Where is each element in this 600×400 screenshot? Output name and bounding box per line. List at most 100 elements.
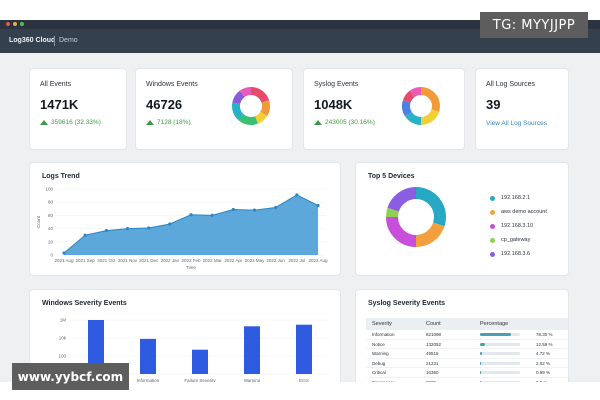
severity-cell: Debug [372,360,386,366]
device-slice-192-168-2-1[interactable] [415,187,446,227]
percentage-bar [480,342,520,346]
syslog-donut-slice-4[interactable] [402,90,415,103]
legend-label: 192.168.3.6 [501,251,531,257]
tab-demo[interactable]: Demo [59,37,78,44]
table-row[interactable]: Emergency 6005 0.5 % [366,378,568,383]
column-header-severity[interactable]: Severity [372,321,392,327]
trend-point[interactable] [210,213,214,217]
device-slice-192-168-3-6[interactable] [387,187,417,212]
stat-card-windows-events[interactable]: Windows Events 46726 7128 (18%) [136,69,292,149]
close-window-icon[interactable] [6,22,10,26]
table-row[interactable]: Information 821098 78.30 % [366,330,568,340]
x-tick-label: 2022 Jan [161,258,180,263]
table-row[interactable]: Critical 10360 0.99 % [366,368,568,378]
trend-point[interactable] [62,251,66,255]
stat-value: 1048K [314,97,353,112]
syslog-donut-slice-2[interactable] [404,111,422,125]
x-tick-label: 2021 Sep [76,258,96,263]
logs-trend-chart[interactable]: 0204060801002021 Aug 2021 Sep 2021 Oct 2021… [30,163,340,275]
severity-bar[interactable] [244,326,260,374]
trend-point[interactable] [189,213,193,217]
percentage-bar-fill [480,371,481,374]
stat-label: Syslog Events [314,81,359,88]
device-slice-aws-demo-account[interactable] [415,222,445,247]
trend-point[interactable] [104,228,108,233]
legend-item[interactable]: 192.168.2.1 [490,191,547,205]
device-slice-192-168-3-10[interactable] [386,216,417,247]
stat-label: All Log Sources [486,81,536,88]
trend-point[interactable] [252,208,257,212]
windows-donut-slice-5[interactable] [232,90,245,105]
syslog-donut-slice-1[interactable] [420,109,440,125]
column-header-percentage[interactable]: Percentage [480,321,508,327]
x-axis-title: Time [186,265,196,270]
maximize-window-icon[interactable] [20,22,24,26]
table-row[interactable]: Debug 21231 2.02 % [366,359,568,368]
table-row[interactable]: Notice 132052 12.59 % [366,340,568,349]
syslog-donut-slice-0[interactable] [420,87,440,112]
stat-card-all-events[interactable]: All Events 1471K 359616 (32.33%) [30,69,126,149]
legend-label: 192.168.3.10 [501,223,534,229]
stat-value: 46726 [146,97,183,112]
trend-point[interactable] [231,207,235,212]
windows-donut-slice-1[interactable] [260,100,270,117]
windows-donut-slice-2[interactable] [254,111,268,124]
y-tick-label: 40 [48,226,54,231]
trend-point[interactable] [295,193,299,197]
x-tick-label: Warning [244,378,261,382]
x-tick-label: 2022 Jul [288,258,305,263]
severity-cell: Emergency [372,379,395,383]
percentage-bar [480,352,520,355]
column-header-count[interactable]: Count [426,321,441,327]
view-all-log-sources-link[interactable]: View All Log Sources [486,120,547,127]
device-slice-cp-gateway[interactable] [386,207,399,218]
table-row[interactable]: Warning 49515 4.72 % [366,349,568,359]
windows-donut-slice-6[interactable] [239,87,252,98]
stat-card-log-sources[interactable]: All Log Sources 39 View All Log Sources [476,69,568,149]
severity-cell: Information [372,332,395,337]
severity-bar[interactable] [140,338,156,374]
trend-point[interactable] [274,205,278,210]
syslog-donut-slice-3[interactable] [402,100,412,117]
stat-delta: 243005 (30.16%) [314,119,375,126]
x-tick-label: Failure Severity [184,378,216,382]
top-devices-donut[interactable] [384,185,448,249]
trend-point[interactable] [125,227,130,231]
y-tick-label: 80 [48,200,54,205]
trend-point[interactable] [147,226,151,230]
severity-bar[interactable] [192,349,208,374]
legend-item[interactable]: 192.168.3.10 [490,219,547,233]
x-tick-label: 2021 Oct [97,258,116,263]
stat-label: Windows Events [146,81,198,88]
percentage-bar [480,361,520,365]
percentage-cell: 0.5 % [536,379,548,383]
trend-point[interactable] [316,203,320,208]
percentage-cell: 2.02 % [536,360,551,366]
windows-donut-slice-0[interactable] [250,87,270,103]
windows-donut-slice-4[interactable] [232,102,244,120]
count-cell: 10360 [426,370,439,375]
percentage-bar-fill [480,333,512,336]
trend-point[interactable] [168,222,172,226]
legend-item[interactable]: cp_gateway [490,233,547,247]
legend-item[interactable]: aws demo account [490,205,547,219]
percentage-cell: 12.59 % [536,341,553,347]
x-tick-label: 2022 Aug [308,258,328,263]
top-devices-legend: 192.168.2.1 aws demo account 192.168.3.10 c… [490,191,547,261]
syslog-donut-slice-5[interactable] [409,87,422,98]
legend-color-swatch [490,251,495,257]
x-tick-label: Information [137,378,160,382]
legend-item[interactable]: 192.168.3.6 [490,247,547,261]
card-title: Top 5 Devices [368,173,415,180]
logs-trend-card: Logs Trend 0 20 40 60 80 100 2021 Aug 2021 Sep 2… [30,163,340,275]
y-tick-label: 60 [48,213,54,218]
stat-card-syslog-events[interactable]: Syslog Events 1048K 243005 (30.16%) [304,69,464,149]
windows-donut-slice-3[interactable] [237,113,258,125]
minimize-window-icon[interactable] [13,22,17,26]
severity-bar[interactable] [296,324,312,374]
syslog-events-donut [402,87,440,125]
watermark-top: TG: MYYJJPP [480,12,588,38]
legend-color-swatch [490,209,495,215]
app-logo-text[interactable]: Log360 Cloud [9,37,55,44]
trend-point[interactable] [83,233,87,237]
